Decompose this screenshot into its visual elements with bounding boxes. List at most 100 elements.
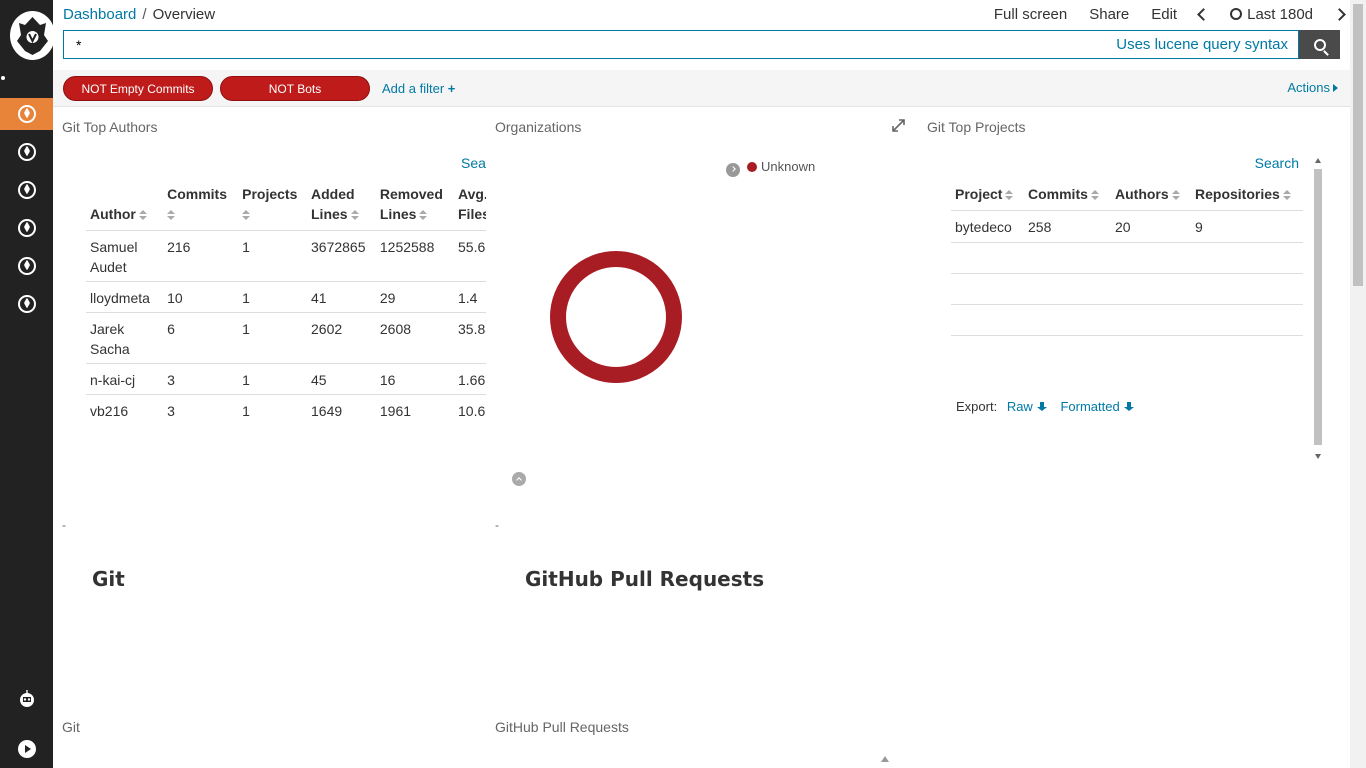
col-header-avg-files[interactable]: Avg. Files <box>454 184 486 231</box>
search-icon <box>1313 38 1326 51</box>
cell-removed-lines: 2608 <box>375 312 454 364</box>
nav-item-overview[interactable] <box>0 98 53 130</box>
cell-author[interactable]: n-kai-cj <box>86 363 164 395</box>
cell-projects: 1 <box>238 230 307 282</box>
authors-search-link[interactable]: Sea <box>461 155 486 171</box>
table-row-divider <box>951 304 1303 305</box>
sort-icon <box>350 210 359 220</box>
sort-icon <box>138 210 147 220</box>
panel-title-authors: Git Top Authors <box>62 119 158 135</box>
panel-scroll-up-icon[interactable] <box>881 756 889 762</box>
breadcrumb-current: Overview <box>152 6 216 23</box>
collapse-up-icon[interactable] <box>512 472 526 486</box>
cell-removed-lines: 29 <box>375 281 454 313</box>
markdown-heading-github-prs: GitHub Pull Requests <box>525 567 765 591</box>
sidebar <box>0 0 55 768</box>
table-row-divider <box>951 242 1303 243</box>
cell-project[interactable]: bytedeco <box>951 210 1024 241</box>
cell-projects: 1 <box>238 312 307 364</box>
col-header-projects[interactable]: Projects <box>238 184 307 231</box>
sort-icon <box>419 210 428 220</box>
donut-slice-unknown[interactable] <box>550 251 682 383</box>
col-header-added-lines[interactable]: Added Lines <box>307 184 376 231</box>
cell-avg-files: 10.667 <box>454 394 486 425</box>
col-header-commits[interactable]: Commits <box>163 184 238 231</box>
sort-icon <box>1171 190 1180 200</box>
cell-repositories: 9 <box>1191 210 1303 241</box>
legend-item-unknown[interactable]: Unknown <box>761 159 815 174</box>
app-logo[interactable] <box>10 11 55 60</box>
sort-icon <box>167 210 176 220</box>
cell-added-lines: 45 <box>307 363 376 395</box>
cell-author[interactable]: lloydmeta <box>86 281 164 313</box>
cell-commits: 3 <box>163 394 239 425</box>
filter-pill-bots[interactable]: NOT Bots <box>220 76 370 101</box>
bot-icon-button[interactable] <box>0 683 53 715</box>
cell-avg-files: 55.634 <box>454 230 486 282</box>
panel-title-github-prs: GitHub Pull Requests <box>495 719 629 735</box>
col-label: Authors <box>1115 186 1169 202</box>
col-header-project[interactable]: Project <box>951 184 1024 211</box>
nav-item-3[interactable] <box>0 174 53 206</box>
legend-toggle-icon[interactable] <box>726 163 740 177</box>
table-row-divider <box>951 335 1303 336</box>
table-row: bytedeco 258 20 9 <box>951 210 1303 241</box>
cell-removed-lines: 1961 <box>375 394 454 425</box>
sidebar-collapse-dot[interactable] <box>1 76 5 80</box>
actions-button[interactable]: Actions <box>1287 80 1338 95</box>
expand-panel-icon[interactable] <box>892 119 905 132</box>
col-header-repositories[interactable]: Repositories <box>1191 184 1303 211</box>
cell-author[interactable]: vb216 <box>86 394 164 425</box>
expand-sidebar-button[interactable] <box>0 733 53 765</box>
cell-author[interactable]: Jarek Sacha <box>86 312 164 364</box>
markdown-heading-git: Git <box>92 567 125 591</box>
page-scroll-thumb[interactable] <box>1353 4 1363 286</box>
page-scrollbar[interactable] <box>1350 0 1366 768</box>
nav-item-5[interactable] <box>0 250 53 282</box>
breadcrumb-separator: / <box>142 6 147 23</box>
scroll-down-icon[interactable] <box>1315 454 1321 459</box>
play-icon <box>17 740 36 758</box>
nav-item-4[interactable] <box>0 212 53 244</box>
table-row: n-kai-cj 3 1 45 16 1.667 <box>86 363 486 395</box>
cell-avg-files: 1.667 <box>454 363 486 395</box>
export-raw-link[interactable]: Raw <box>1007 399 1047 414</box>
nav-item-6[interactable] <box>0 288 53 320</box>
col-header-commits[interactable]: Commits <box>1024 184 1111 211</box>
cell-commits: 216 <box>163 230 239 282</box>
search-input[interactable] <box>64 31 1064 58</box>
col-header-authors[interactable]: Authors <box>1111 184 1191 211</box>
edit-button[interactable]: Edit <box>1151 6 1177 23</box>
lucene-syntax-link[interactable]: Uses lucene query syntax <box>1116 36 1288 53</box>
full-screen-button[interactable]: Full screen <box>994 6 1067 23</box>
time-next-button[interactable] <box>1333 6 1346 23</box>
cell-authors: 20 <box>1111 210 1191 241</box>
col-label: Commits <box>1028 186 1088 202</box>
table-row: Jarek Sacha 6 1 2602 2608 35.833 <box>86 312 486 364</box>
cell-author[interactable]: Samuel Audet <box>86 230 164 282</box>
col-header-author[interactable]: Author <box>86 184 163 231</box>
breadcrumb-dashboard-link[interactable]: Dashboard <box>63 6 136 23</box>
projects-search-link[interactable]: Search <box>1255 155 1299 171</box>
share-button[interactable]: Share <box>1089 6 1129 23</box>
cell-commits: 6 <box>163 312 239 364</box>
time-prev-button[interactable] <box>1197 6 1210 23</box>
search-button[interactable] <box>1299 30 1340 59</box>
cell-avg-files: 35.833 <box>454 312 486 364</box>
time-picker-button[interactable]: Last 180d <box>1230 6 1313 23</box>
cell-projects: 1 <box>238 394 307 425</box>
scroll-thumb[interactable] <box>1314 169 1322 445</box>
table-row: lloydmeta 10 1 41 29 1.4 <box>86 281 486 313</box>
filter-pill-empty-commits[interactable]: NOT Empty Commits <box>63 76 213 101</box>
export-formatted-link[interactable]: Formatted <box>1060 399 1134 414</box>
scroll-up-icon[interactable] <box>1315 158 1321 163</box>
projects-scrollbar[interactable] <box>1311 155 1325 462</box>
col-label: Project <box>955 186 1003 202</box>
add-filter-button[interactable]: Add a filter + <box>382 81 455 96</box>
col-header-removed-lines[interactable]: Removed Lines <box>376 184 454 231</box>
robot-icon <box>19 690 34 707</box>
clock-icon <box>1230 8 1243 20</box>
nav-item-2[interactable] <box>0 136 53 168</box>
breadcrumb: Dashboard / Overview <box>63 6 215 23</box>
col-label: Projects <box>242 186 298 202</box>
